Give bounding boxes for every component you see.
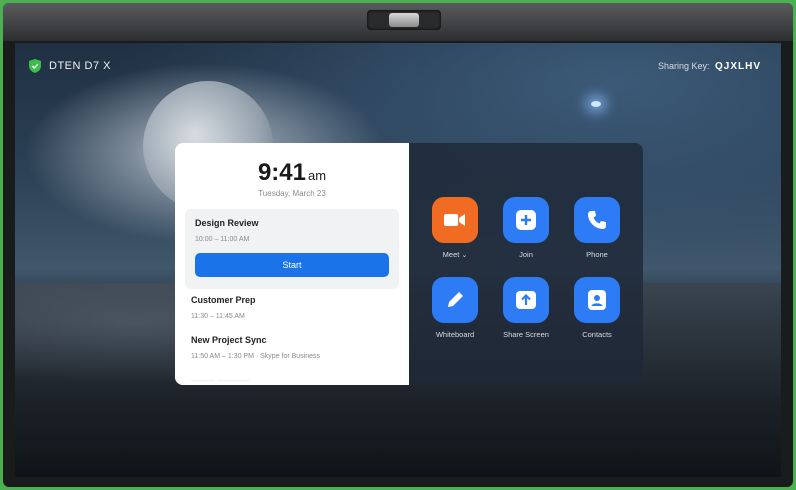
meeting-time: 10:00 – 11:00 AM	[195, 236, 250, 243]
device-label: DTEN D7 X	[29, 59, 111, 73]
meeting-title: New Project Sync	[191, 335, 267, 345]
meeting-title: Design Review	[195, 218, 259, 228]
meeting-title: Customer Prep	[191, 295, 256, 305]
clock: 9:41 am	[175, 159, 409, 187]
share-screen-tile[interactable]: Share Screen	[496, 277, 556, 339]
actions-panel: Meet ⌄ Join Phone Whiteboard Share Scree…	[409, 143, 643, 385]
whiteboard-label: Whiteboard	[435, 330, 475, 339]
contacts-button[interactable]	[574, 277, 620, 323]
clock-time: 9:41	[257, 159, 306, 186]
join-tile[interactable]: Join	[496, 197, 556, 259]
phone-label: Phone	[586, 250, 608, 259]
list-item[interactable]: Customer Prep 11:30 – 11:45 AM	[191, 295, 256, 320]
phone-icon	[588, 211, 606, 229]
clock-date: Tuesday, March 23	[258, 189, 326, 198]
contacts-tile[interactable]: Contacts	[567, 277, 627, 339]
video-camera-icon	[444, 214, 465, 226]
sharing-key-label: Sharing Key:	[657, 61, 710, 71]
start-meeting-button[interactable]: Start	[195, 253, 389, 277]
pencil-icon	[448, 292, 463, 307]
join-button[interactable]	[503, 197, 549, 243]
join-label: Join	[519, 250, 533, 259]
whiteboard-button[interactable]	[432, 277, 478, 323]
phone-tile[interactable]: Phone	[567, 197, 627, 259]
device-bezel: DTEN D7 X Sharing Key: QJXLHV 9:41 am Tue…	[3, 3, 793, 487]
meeting-card-active[interactable]: Design Review 10:00 – 11:00 AM Start	[185, 209, 399, 289]
home-screen: DTEN D7 X Sharing Key: QJXLHV 9:41 am Tue…	[15, 43, 781, 477]
shield-icon	[29, 59, 41, 73]
plus-icon	[516, 210, 536, 230]
chevron-down-icon[interactable]: ⌄	[461, 252, 467, 259]
device-name: DTEN D7 X	[49, 60, 111, 72]
sharing-key-value: QJXLHV	[714, 61, 761, 72]
background-star	[591, 101, 601, 107]
contacts-label: Contacts	[582, 330, 612, 339]
whiteboard-tile[interactable]: Whiteboard	[425, 277, 485, 339]
camera-bar	[3, 3, 793, 41]
camera-icon	[367, 10, 441, 30]
meet-tile[interactable]: Meet ⌄	[425, 197, 485, 259]
main-panel: 9:41 am Tuesday, March 23 Design Review 1…	[175, 143, 643, 385]
clock-ampm: am	[307, 168, 327, 183]
list-fade	[175, 357, 409, 385]
sharing-key: Sharing Key: QJXLHV	[658, 61, 761, 72]
share-screen-button[interactable]	[503, 277, 549, 323]
meet-label: Meet	[442, 250, 460, 259]
phone-button[interactable]	[574, 197, 620, 243]
calendar-panel: 9:41 am Tuesday, March 23 Design Review 1…	[175, 143, 409, 385]
upload-icon	[516, 291, 536, 309]
share-screen-label: Share Screen	[503, 330, 549, 339]
meeting-time: 11:30 – 11:45 AM	[191, 313, 245, 320]
meet-button[interactable]	[432, 197, 478, 243]
contact-card-icon	[588, 290, 606, 310]
